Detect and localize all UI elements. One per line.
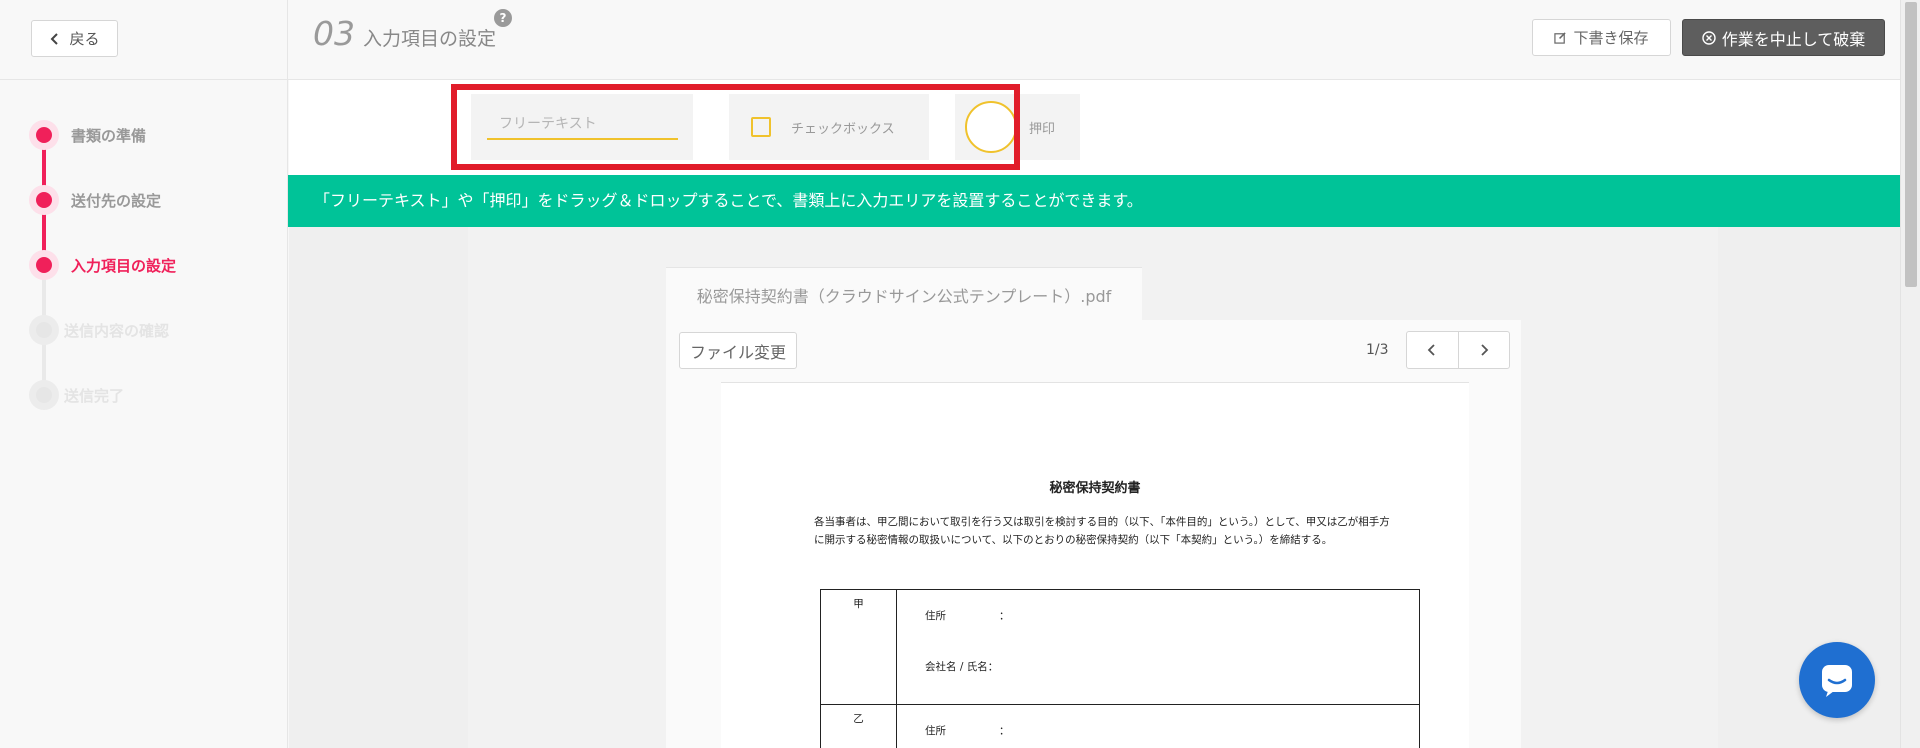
- document-page[interactable]: 秘密保持契約書 各当事者は、甲乙間において取引を行う又は取引を検討する目的（以下…: [721, 382, 1469, 748]
- app-root: 戻る 03 入力項目の設定 ? 下書き保存 作業を中止して破棄 書類の準備 送付…: [0, 0, 1920, 748]
- document-viewer: ファイル変更 1/3 秘密保持契約書 各当事者は、甲乙間において取引を行う又は取…: [666, 320, 1521, 748]
- party-head: 乙: [820, 704, 897, 748]
- scrollbar-thumb[interactable]: [1905, 2, 1917, 287]
- help-icon[interactable]: ?: [494, 9, 512, 27]
- party-cell: 住所 ： 会社名 / 氏名 ：: [896, 589, 1420, 705]
- page-title: 03 入力項目の設定: [313, 14, 496, 53]
- step-label: 送信内容の確認: [64, 321, 170, 340]
- step-item-confirm: 送信内容の確認: [29, 315, 269, 345]
- table-row: 甲 住所 ： 会社名 / 氏名 ：: [820, 589, 1420, 705]
- abort-label: 作業を中止して破棄: [1721, 29, 1866, 49]
- step-title-text: 入力項目の設定: [363, 28, 497, 50]
- chevron-left-icon: [51, 32, 59, 45]
- table-row: 乙 住所 ：: [820, 704, 1420, 748]
- progress-sidebar: 書類の準備 送付先の設定 入力項目の設定 送信内容の確認 送信完了: [0, 80, 288, 748]
- step-label: 送信完了: [64, 386, 125, 405]
- step-dot-pending: [29, 380, 59, 410]
- address-colon: ：: [999, 610, 1010, 622]
- field-toolbar: フリーテキスト チェックボックス 押印: [289, 80, 1900, 175]
- name-colon: ：: [987, 661, 999, 673]
- step-dot-done: [29, 185, 59, 215]
- step-number: 03: [313, 14, 355, 53]
- address-label: 住所: [925, 725, 946, 737]
- address-colon: ：: [999, 725, 1010, 737]
- back-button[interactable]: 戻る: [31, 20, 118, 57]
- document-area: 秘密保持契約書（クラウドサイン公式テンプレート）.pdf ファイル変更 1/3 …: [468, 227, 1718, 748]
- save-draft-button[interactable]: 下書き保存: [1532, 19, 1671, 56]
- chevron-left-icon: [1427, 344, 1435, 356]
- file-change-button[interactable]: ファイル変更: [679, 332, 797, 369]
- back-button-label: 戻る: [69, 30, 100, 48]
- document-tab[interactable]: 秘密保持契約書（クラウドサイン公式テンプレート）.pdf: [666, 267, 1142, 321]
- next-page-button[interactable]: [1459, 332, 1510, 368]
- stamp-tool-label: 押印: [1029, 121, 1056, 137]
- save-draft-label: 下書き保存: [1573, 29, 1649, 47]
- party-table: 甲 住所 ： 会社名 / 氏名 ： 乙 住所 ：: [820, 589, 1420, 748]
- page-indicator: 1/3: [1366, 342, 1389, 358]
- chat-icon: [1822, 665, 1852, 697]
- close-circle-icon: [1702, 30, 1716, 45]
- party-cell: 住所 ：: [896, 704, 1420, 748]
- step-dot-current: [29, 250, 59, 280]
- page-pager: [1406, 331, 1510, 369]
- prev-page-button[interactable]: [1407, 332, 1459, 368]
- party-head: 甲: [820, 589, 897, 705]
- address-line: 住所 ：: [925, 723, 1419, 738]
- step-label: 書類の準備: [71, 126, 147, 145]
- chat-support-button[interactable]: [1799, 642, 1875, 718]
- step-item-complete: 送信完了: [29, 380, 269, 410]
- edit-icon: [1554, 32, 1567, 44]
- abort-discard-button[interactable]: 作業を中止して破棄: [1682, 19, 1885, 56]
- step-dot-pending: [29, 315, 59, 345]
- document-title: 秘密保持契約書: [1049, 481, 1141, 496]
- name-line: 会社名 / 氏名 ：: [925, 659, 1419, 674]
- top-header: 戻る 03 入力項目の設定 ? 下書き保存 作業を中止して破棄: [0, 0, 1900, 80]
- name-label: 会社名 / 氏名: [925, 661, 988, 673]
- toolbar-highlight-frame: [451, 84, 1020, 170]
- step-item-recipients: 送付先の設定: [29, 185, 269, 215]
- address-label: 住所: [925, 610, 946, 622]
- chevron-right-icon: [1481, 344, 1489, 356]
- header-left-panel: 戻る: [0, 0, 288, 80]
- step-label-current: 入力項目の設定: [71, 256, 177, 275]
- main-content: フリーテキスト チェックボックス 押印 「フリーテキスト」や「押印」をドラッグ＆…: [288, 80, 1900, 748]
- step-label: 送付先の設定: [71, 191, 162, 210]
- instruction-banner: 「フリーテキスト」や「押印」をドラッグ＆ドロップすることで、書類上に入力エリアを…: [288, 175, 1900, 227]
- step-item-input-fields: 入力項目の設定: [29, 250, 269, 280]
- document-body: 各当事者は、甲乙間において取引を行う又は取引を検討する目的（以下、「本件目的」と…: [814, 516, 1390, 546]
- step-dot-done: [29, 120, 59, 150]
- step-item-document-prep: 書類の準備: [29, 120, 269, 150]
- address-line: 住所 ：: [925, 608, 1419, 623]
- page-scrollbar[interactable]: [1900, 0, 1920, 748]
